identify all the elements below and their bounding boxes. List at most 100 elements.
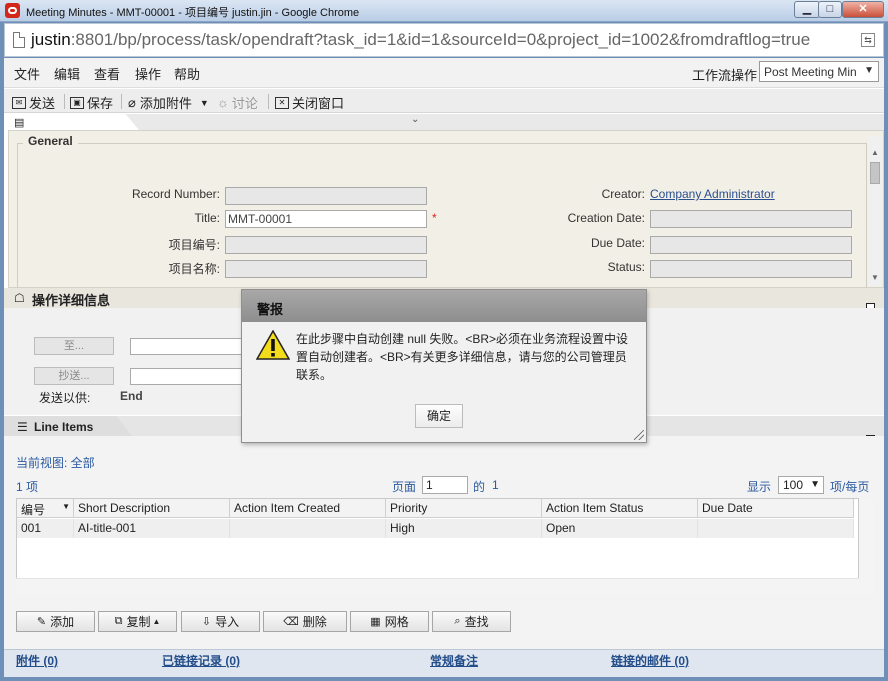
record-number-label: Record Number: [131, 187, 220, 201]
table-cell[interactable]: 001 [17, 519, 74, 538]
chevron-down-icon: ▼ [864, 65, 874, 76]
warning-icon [256, 330, 290, 360]
minimize-button[interactable]: ▁ [794, 1, 820, 18]
details-title: 操作详细信息 [32, 293, 111, 308]
grid-button[interactable]: ▦ 网格 [350, 611, 429, 632]
save-button[interactable]: ▣ 保存 [70, 93, 113, 112]
to-button[interactable]: 至... [34, 337, 114, 355]
total-pages: 1 [492, 478, 499, 492]
to-field[interactable] [130, 338, 250, 355]
menu-actions[interactable]: 操作 [135, 64, 161, 83]
project-name-label: 项目名称: [168, 262, 220, 276]
toolbar-divider [268, 94, 269, 109]
form-scrollbar[interactable] [868, 136, 882, 286]
translate-icon[interactable]: ⇆ [861, 33, 875, 47]
close-window-button[interactable]: ✕ [842, 1, 884, 18]
ok-button[interactable]: 确定 [415, 404, 463, 428]
column-header-number[interactable]: 编号 ▼ [17, 499, 74, 518]
title-label: Title: [194, 211, 220, 225]
project-name-field[interactable] [225, 260, 427, 278]
trash-icon: ⌫ [283, 616, 299, 628]
title-field[interactable]: MMT-00001 [225, 210, 427, 228]
add-icon: ✎ [36, 616, 47, 628]
find-button[interactable]: ⌕ 查找 [432, 611, 511, 632]
app-icon [5, 3, 20, 18]
due-date-label: Due Date: [590, 236, 645, 250]
menu-help[interactable]: 帮助 [174, 64, 200, 83]
menu-view[interactable]: 查看 [94, 64, 120, 83]
creation-date-field[interactable] [650, 210, 852, 228]
current-view[interactable]: 当前视图: 全部 [16, 454, 95, 471]
send-for-value: End [120, 389, 143, 403]
cc-button[interactable]: 抄送... [34, 367, 114, 385]
attachments-link[interactable]: 附件 (0) [16, 652, 58, 669]
alert-dialog: 警报 在此步骤中自动创建 null 失败。<BR>必须在业务流程设置中设置自动创… [241, 289, 647, 443]
address-bar[interactable]: justin:8801/bp/process/task/opendraft?ta… [4, 23, 884, 57]
menu-edit[interactable]: 编辑 [54, 64, 80, 83]
chevron-down-icon: ▼ [199, 97, 209, 108]
table-cell[interactable]: Open [542, 519, 698, 538]
form-scroll-thumb[interactable] [870, 162, 880, 184]
workflow-actions-select[interactable]: Post Meeting Min ▼ [759, 61, 879, 82]
alert-header[interactable] [242, 290, 646, 322]
toolbar-divider [64, 94, 65, 109]
table-cell[interactable] [698, 519, 854, 538]
alert-message: 在此步骤中自动创建 null 失败。<BR>必须在业务流程设置中设置自动创建者。… [296, 332, 629, 382]
search-icon: ⌕ [454, 615, 461, 627]
maximize-button[interactable]: □ [818, 1, 842, 18]
grid-horizontal-scrollbar[interactable] [16, 578, 859, 594]
linked-records-link[interactable]: 已链接记录 (0) [162, 652, 240, 669]
general-notes-link[interactable]: 常规备注 [430, 652, 478, 669]
url-text[interactable]: justin:8801/bp/process/task/opendraft?ta… [31, 30, 810, 50]
creator-link[interactable]: Company Administrator [650, 187, 775, 201]
item-count: 1 项 [16, 480, 39, 494]
project-number-field[interactable] [225, 236, 427, 254]
general-panel: General Record Number: Title: MMT-00001 … [8, 130, 884, 303]
scroll-down-icon[interactable]: ▼ [871, 273, 879, 282]
close-window-tool-button[interactable]: ✕ 关闭窗口 [275, 93, 344, 112]
close-box-icon: ✕ [275, 96, 289, 109]
menu-file[interactable]: 文件 [14, 64, 40, 83]
sort-icon[interactable]: ▼ [62, 502, 70, 511]
delete-button[interactable]: ⌫ 删除 [263, 611, 347, 632]
page-icon [13, 32, 25, 48]
column-header-due-date[interactable]: Due Date [698, 499, 854, 518]
line-items-title: Line Items [34, 420, 94, 434]
discuss-button[interactable]: ☼ 讨论 [217, 93, 258, 112]
status-field[interactable] [650, 260, 852, 278]
import-button[interactable]: ⇩ 导入 [181, 611, 260, 632]
due-date-field[interactable] [650, 236, 852, 254]
linked-mail-link[interactable]: 链接的邮件 (0) [611, 652, 689, 669]
table-cell[interactable]: High [386, 519, 542, 538]
creator-label: Creator: [601, 187, 645, 201]
copy-icon: ⧉ [114, 615, 123, 627]
resize-grip-icon[interactable] [634, 430, 644, 440]
paperclip-icon: ⌀ [128, 94, 136, 110]
creation-date-label: Creation Date: [567, 211, 645, 225]
column-header-priority[interactable]: Priority [386, 499, 542, 518]
scroll-up-icon[interactable]: ▲ [871, 148, 879, 157]
per-page-suffix: 项/每页 [830, 480, 870, 494]
add-attachment-button[interactable]: ⌀ 添加附件 ▼ [128, 93, 209, 112]
record-number-field[interactable] [225, 187, 427, 205]
page-number-input[interactable]: 1 [422, 476, 468, 494]
table-cell[interactable] [230, 519, 386, 538]
copy-button[interactable]: ⧉ 复制 ▲ [98, 611, 177, 632]
send-button[interactable]: ✉ 发送 [12, 93, 55, 112]
add-button[interactable]: ✎ 添加 [16, 611, 95, 632]
column-header-action-item-created[interactable]: Action Item Created [230, 499, 386, 518]
grid-vertical-scrollbar[interactable] [860, 498, 874, 594]
column-header-action-item-status[interactable]: Action Item Status [542, 499, 698, 518]
discuss-icon: ☼ [217, 95, 229, 110]
send-for-label: 发送以供: [39, 391, 91, 405]
collapse-handle-icon[interactable]: ⌄ [411, 114, 419, 125]
send-icon: ✉ [12, 96, 26, 109]
list-icon: ☰ [17, 420, 28, 434]
status-label: Status: [607, 260, 645, 274]
workflow-actions-label: 工作流操作 [692, 68, 758, 83]
cc-field[interactable] [130, 368, 250, 385]
column-header-short-description[interactable]: Short Description [74, 499, 230, 518]
table-cell[interactable]: AI-title-001 [74, 519, 230, 538]
per-page-select[interactable]: 100 ▼ [778, 476, 824, 494]
import-icon: ⇩ [201, 616, 212, 628]
